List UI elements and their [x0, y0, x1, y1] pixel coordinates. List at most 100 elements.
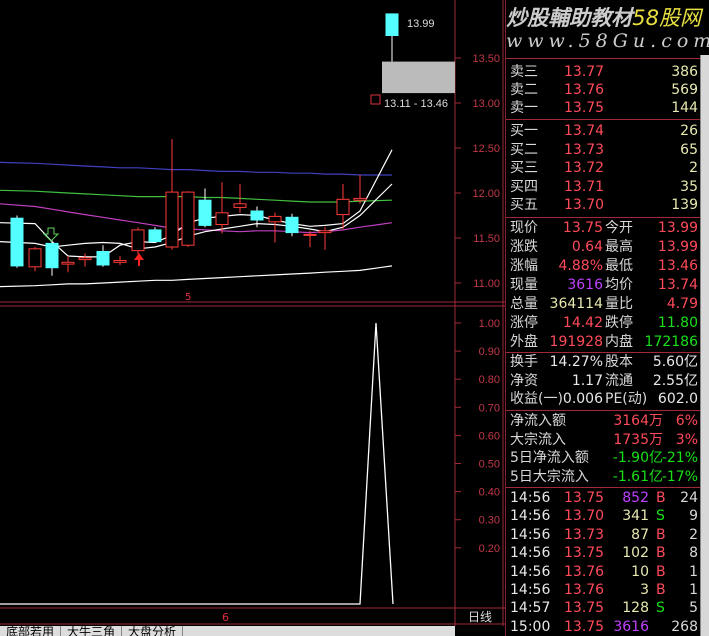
flow-label: 5日大宗流入	[510, 468, 589, 485]
tick-row: 14:56 13.70 341 S 9	[506, 507, 701, 525]
stat-value: 13.99	[657, 239, 698, 255]
tick-side: B	[656, 545, 666, 562]
finance-label: 净资	[510, 372, 538, 389]
ma-line-ma5	[0, 161, 392, 176]
range-box	[382, 61, 455, 94]
finance-value: 14.27%	[549, 354, 603, 370]
stat-row: 总量 364114 量比 4.79	[506, 295, 701, 313]
tick-time: 15:00	[510, 618, 551, 635]
flow-label: 净流入额	[510, 413, 566, 429]
stat-value: 0.64	[571, 239, 603, 255]
finance-value: 5.60亿	[652, 354, 698, 370]
candle-body	[233, 203, 247, 208]
candle-body	[198, 199, 212, 226]
stat-label: 最低	[605, 258, 633, 274]
order-volume: 139	[671, 197, 698, 214]
indicator-axis: 1.00 0.90 0.80 0.70 0.60 0.50 0.40 0.30 0.20	[455, 318, 500, 555]
tab-1[interactable]: 大牛三角	[61, 626, 123, 636]
range-label: 13.11 - 13.46	[384, 98, 448, 110]
watermark-url: www.58Gu.com	[506, 30, 709, 52]
order-price: 13.76	[564, 82, 605, 98]
flow-value: -1.61亿	[612, 468, 663, 485]
range-marker-icon	[370, 94, 381, 105]
tick-time: 14:56	[510, 582, 551, 598]
tick-volume: 3616	[613, 618, 649, 635]
time-marker-indicator: 6	[222, 611, 229, 624]
tab-0[interactable]: 底部若用	[0, 626, 62, 636]
stat-label: 现量	[510, 277, 538, 293]
order-volume: 144	[671, 100, 698, 116]
tick-row: 14:56 13.76 10 B 1	[506, 563, 701, 581]
tick-row: 14:56 13.75 102 B 8	[506, 544, 701, 562]
price-tick-label: 13.50	[472, 53, 500, 65]
stat-label: 现价	[510, 220, 538, 236]
flow-label: 5日净流入额	[510, 450, 589, 466]
divider	[506, 58, 701, 59]
candle-body	[78, 257, 92, 261]
flow-percent: 3%	[675, 431, 698, 448]
tab-2[interactable]: 大盘分析	[122, 626, 184, 636]
candle-body	[385, 13, 399, 36]
price-axis: 13.50 13.00 12.50 12.00 11.50 11.00	[455, 53, 500, 290]
stat-label: 涨停	[510, 315, 538, 331]
stat-value: 11.80	[657, 315, 698, 331]
tick-count: 1	[689, 563, 698, 580]
tick-volume: 102	[622, 545, 649, 562]
stat-value: 172186	[644, 334, 698, 350]
indicator-tick-label: 0.40	[479, 487, 500, 499]
candle-body	[148, 229, 162, 243]
candle-body	[303, 233, 317, 236]
stat-label: 总量	[510, 296, 538, 312]
order-volume: 26	[680, 123, 698, 139]
tick-count: 1	[689, 582, 698, 598]
flow-label: 大宗流入	[510, 431, 566, 448]
last-price-label: 13.99	[407, 18, 435, 30]
tick-volume: 341	[622, 508, 649, 525]
stat-row: 外盘 191928 内盘 172186	[506, 333, 701, 351]
tick-side: B	[656, 582, 666, 598]
tick-row: 14:56 13.75 852 B 24	[506, 489, 701, 507]
finance-label: 流通	[605, 372, 633, 389]
candle-body	[268, 215, 282, 223]
stat-value: 364114	[549, 296, 603, 312]
stat-label: 跌停	[605, 315, 633, 331]
buy-row: 买三 13.72 2	[506, 159, 701, 177]
kline-chart[interactable]: 13.50 13.00 12.50 12.00 11.50 11.00 13.11 - 1…	[0, 0, 505, 636]
candle-body	[165, 191, 179, 248]
candle-body	[28, 248, 42, 268]
order-price: 13.71	[564, 178, 605, 195]
finance-label: 收益(一)	[510, 391, 563, 407]
tick-side: S	[656, 508, 665, 525]
stat-label: 今开	[605, 220, 633, 236]
order-label: 买二	[510, 141, 538, 158]
candle-body	[45, 242, 59, 269]
divider	[506, 487, 701, 488]
tick-count: 8	[689, 545, 698, 562]
finance-value: 0.006	[562, 391, 603, 407]
order-price: 13.72	[564, 160, 605, 177]
flow-percent: -21%	[661, 450, 698, 466]
tick-price: 13.76	[564, 563, 605, 580]
order-volume: 386	[671, 64, 698, 80]
side-toolbar[interactable]	[700, 55, 709, 636]
flow-value: 3164万	[613, 413, 663, 429]
tick-time: 14:56	[510, 545, 551, 562]
finance-label: PE(动)	[605, 391, 648, 407]
order-label: 买四	[510, 178, 538, 195]
buy-row: 买一 13.74 26	[506, 122, 701, 140]
finance-row: 收益(一) 0.006 PE(动) 602.0	[506, 390, 701, 408]
tick-price: 13.75	[564, 600, 605, 617]
stat-label: 涨跌	[510, 239, 538, 255]
stat-label: 外盘	[510, 334, 538, 350]
indicator-tick-label: 0.90	[479, 346, 500, 358]
stat-label: 内盘	[605, 334, 633, 350]
finance-value: 602.0	[657, 391, 698, 407]
tick-volume: 128	[622, 600, 649, 617]
stat-label: 最高	[605, 239, 633, 255]
flow-percent: -17%	[661, 468, 698, 485]
buy-row: 买二 13.73 65	[506, 141, 701, 159]
divider	[506, 119, 701, 120]
time-marker-main: 5	[185, 292, 191, 303]
period-label[interactable]: 日线	[468, 610, 492, 624]
candle-body	[113, 260, 127, 263]
